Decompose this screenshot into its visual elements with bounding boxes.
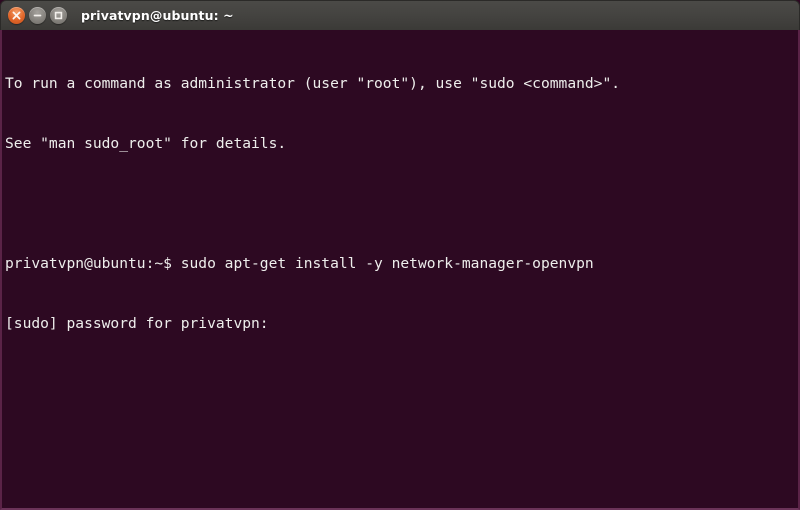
maximize-button[interactable] <box>50 7 67 24</box>
maximize-icon <box>50 7 67 24</box>
terminal-prompt-line: privatvpn@ubuntu:~$ sudo apt-get install… <box>5 255 594 272</box>
close-icon <box>8 7 25 24</box>
terminal-line: See "man sudo_root" for details. <box>5 135 287 152</box>
terminal-line: To run a command as administrator (user … <box>5 75 621 92</box>
minimize-icon <box>29 7 46 24</box>
window-titlebar[interactable]: privatvpn@ubuntu: ~ <box>0 0 800 30</box>
window-title: privatvpn@ubuntu: ~ <box>81 8 234 23</box>
window-controls <box>8 7 67 24</box>
minimize-button[interactable] <box>29 7 46 24</box>
terminal-password-prompt: [sudo] password for privatvpn: <box>5 315 269 332</box>
terminal-window: privatvpn@ubuntu: ~ To run a command as … <box>0 0 800 510</box>
terminal-screen: To run a command as administrator (user … <box>5 34 798 374</box>
terminal-content-area[interactable]: To run a command as administrator (user … <box>0 30 800 510</box>
close-button[interactable] <box>8 7 25 24</box>
